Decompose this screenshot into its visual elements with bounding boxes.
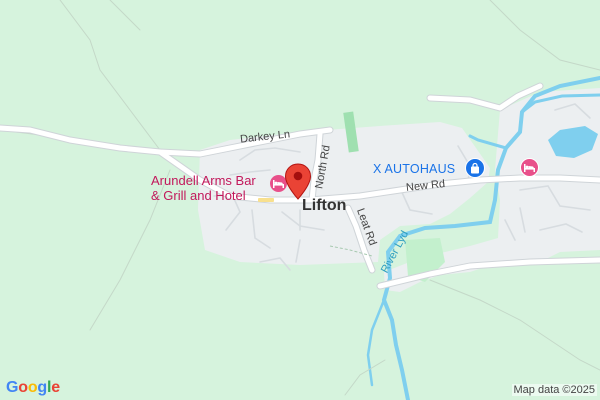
logo-letter: g [37,379,47,396]
hotel-bed-icon-east[interactable] [520,158,539,177]
logo-letter: e [51,379,60,396]
logo-letter: o [27,379,38,396]
poi-label-arundell-arms[interactable]: Arundell Arms Bar & Grill and Hotel [151,173,256,203]
shopping-bag-icon[interactable] [465,158,485,178]
river-branch-south [366,298,386,387]
poi-label-x-autohaus[interactable]: X AUTOHAUS [373,162,455,176]
logo-letter: G [6,379,19,396]
poi-label-line2: & Grill and Hotel [151,188,246,203]
road-highlight [258,198,274,202]
map-attribution[interactable]: Map data ©2025 [511,384,597,396]
red-location-pin-icon[interactable] [284,163,312,201]
google-logo[interactable]: Google [6,379,60,397]
map-canvas[interactable]: Darkey Ln North Rd New Rd Leat Rd Lifton… [0,0,600,400]
poi-label-line1: Arundell Arms Bar [151,173,256,188]
logo-letter: o [18,379,28,396]
